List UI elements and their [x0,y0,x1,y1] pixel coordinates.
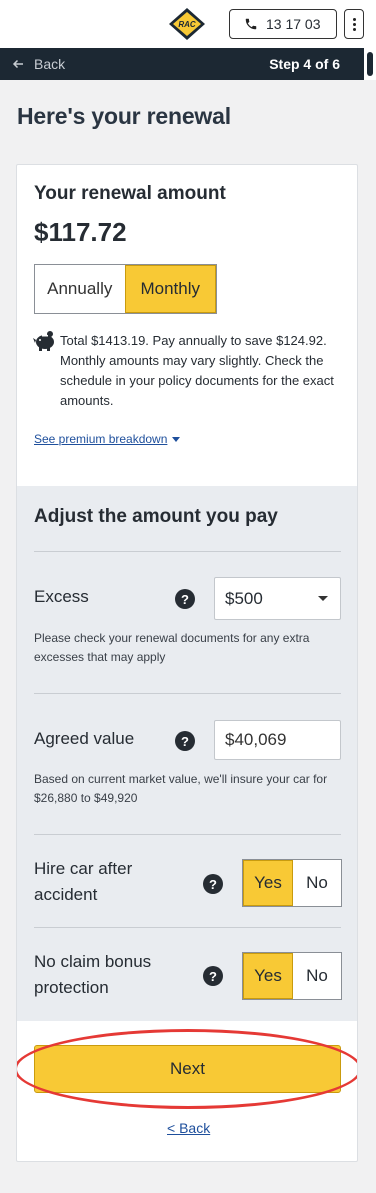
renewal-amount-label: Your renewal amount [34,183,226,204]
step-bar: Back Step 4 of 6 [0,48,376,80]
ncb-help-icon[interactable]: ? [203,966,223,986]
payment-frequency-toggle: Annually Monthly [34,264,217,314]
dot-icon [352,27,356,31]
agreed-value-input[interactable]: $40,069 [214,720,341,760]
agreed-value-hint: Based on current market value, we'll ins… [34,772,328,805]
excess-value: $500 [225,588,263,608]
arrow-left-icon [12,59,23,69]
next-button[interactable]: Next [34,1045,341,1093]
premium-breakdown-link[interactable]: See premium breakdown [34,432,181,446]
more-menu-button[interactable] [344,9,364,39]
step-indicator: Step 4 of 6 [269,56,340,72]
excess-hint: Please check your renewal documents for … [34,631,310,664]
ncb-label-line: No claim bonus [34,952,152,971]
renewal-summary: Your renewal amount $117.72 Annually Mon… [17,165,357,486]
excess-help-icon[interactable]: ? [175,589,195,609]
divider [34,551,341,552]
hire-car-label-line: Hire car after [34,859,133,878]
ncb-label: No claim bonus protection [34,949,151,1001]
back-label: Back [34,56,66,72]
chevron-down-icon [318,596,328,601]
savings-info: Total $1413.19. Pay annually to save $12… [33,331,343,411]
scrollbar-thumb[interactable] [367,52,373,76]
phone-icon [245,18,257,30]
ncb-label-line: protection [34,978,109,997]
adjust-section: Adjust the amount you pay Excess ? $500 … [17,486,357,1021]
page-title: Here's your renewal [17,103,231,129]
back-link-top[interactable]: Back [12,56,65,72]
annually-option[interactable]: Annually [35,265,125,313]
renewal-amount: $117.72 [34,217,127,247]
ncb-toggle: Yes No [242,952,342,1000]
hire-car-toggle: Yes No [242,859,342,907]
dot-icon [352,22,356,26]
agreed-value-label: Agreed value [34,729,135,748]
call-button[interactable]: 13 17 03 [229,9,337,39]
hire-car-help-icon[interactable]: ? [203,874,223,894]
back-link-bottom[interactable]: < Back [167,1120,210,1136]
divider [34,834,341,835]
piggy-bank-icon [33,331,54,351]
hire-car-no[interactable]: No [293,860,341,906]
hire-car-yes[interactable]: Yes [243,860,293,906]
adjust-section-title: Adjust the amount you pay [34,506,278,527]
hire-car-label-line: accident [34,885,98,904]
rac-logo[interactable]: RAC [168,7,206,41]
premium-breakdown-label: See premium breakdown [34,432,168,446]
top-bar: RAC 13 17 03 [0,0,376,48]
agreed-value-help-icon[interactable]: ? [175,731,195,751]
phone-number: 13 17 03 [266,16,321,32]
renewal-card: Your renewal amount $117.72 Annually Mon… [16,164,358,1162]
savings-info-text: Total $1413.19. Pay annually to save $12… [60,333,334,408]
dot-icon [352,17,356,21]
hire-car-label: Hire car after accident [34,856,132,908]
rac-logo-text: RAC [178,20,196,29]
monthly-option[interactable]: Monthly [124,265,216,313]
divider [34,693,341,694]
excess-label: Excess [34,587,89,606]
caret-down-icon [172,436,181,442]
divider [34,927,341,928]
excess-select[interactable]: $500 [214,577,341,620]
ncb-yes[interactable]: Yes [243,953,293,999]
ncb-no[interactable]: No [293,953,341,999]
